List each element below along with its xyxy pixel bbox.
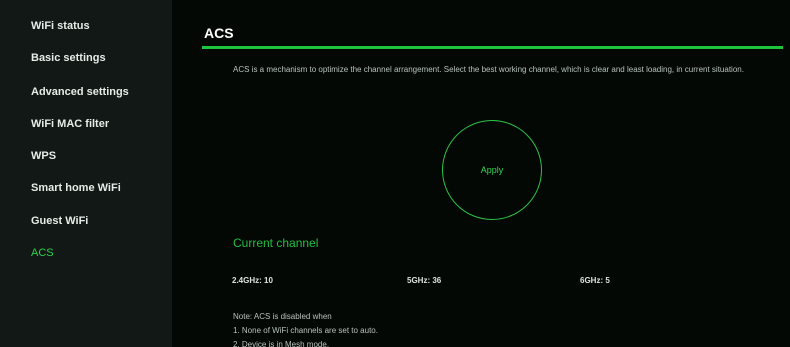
sidebar-item-wifi-mac-filter[interactable]: WiFi MAC filter	[31, 118, 109, 130]
sidebar-item-advanced-settings[interactable]: Advanced settings	[31, 86, 129, 98]
channel-2-4ghz: 2.4GHz: 10	[232, 276, 273, 285]
sidebar-item-guest-wifi[interactable]: Guest WiFi	[31, 215, 88, 227]
page-title: ACS	[204, 25, 234, 41]
acs-description: ACS is a mechanism to optimize the chann…	[233, 65, 744, 74]
note-line-2: 2. Device is in Mesh mode.	[233, 340, 330, 347]
apply-button[interactable]: Apply	[442, 120, 542, 220]
router-settings-page: WiFi status Basic settings Advanced sett…	[0, 0, 790, 347]
title-divider	[202, 46, 783, 49]
acs-panel: ACS ACS is a mechanism to optimize the c…	[172, 0, 790, 347]
acs-note: Note: ACS is disabled when 1. None of Wi…	[233, 310, 378, 347]
sidebar-item-acs[interactable]: ACS	[31, 247, 54, 259]
current-channel-title: Current channel	[233, 236, 319, 250]
note-title: Note: ACS is disabled when	[233, 312, 332, 321]
sidebar-item-wifi-status[interactable]: WiFi status	[31, 20, 90, 32]
sidebar-item-wps[interactable]: WPS	[31, 150, 56, 162]
note-line-1: 1. None of WiFi channels are set to auto…	[233, 326, 378, 335]
sidebar: WiFi status Basic settings Advanced sett…	[0, 0, 172, 347]
sidebar-item-basic-settings[interactable]: Basic settings	[31, 52, 106, 64]
sidebar-item-smart-home-wifi[interactable]: Smart home WiFi	[31, 182, 121, 194]
channel-6ghz: 6GHz: 5	[580, 276, 610, 285]
channel-5ghz: 5GHz: 36	[407, 276, 442, 285]
